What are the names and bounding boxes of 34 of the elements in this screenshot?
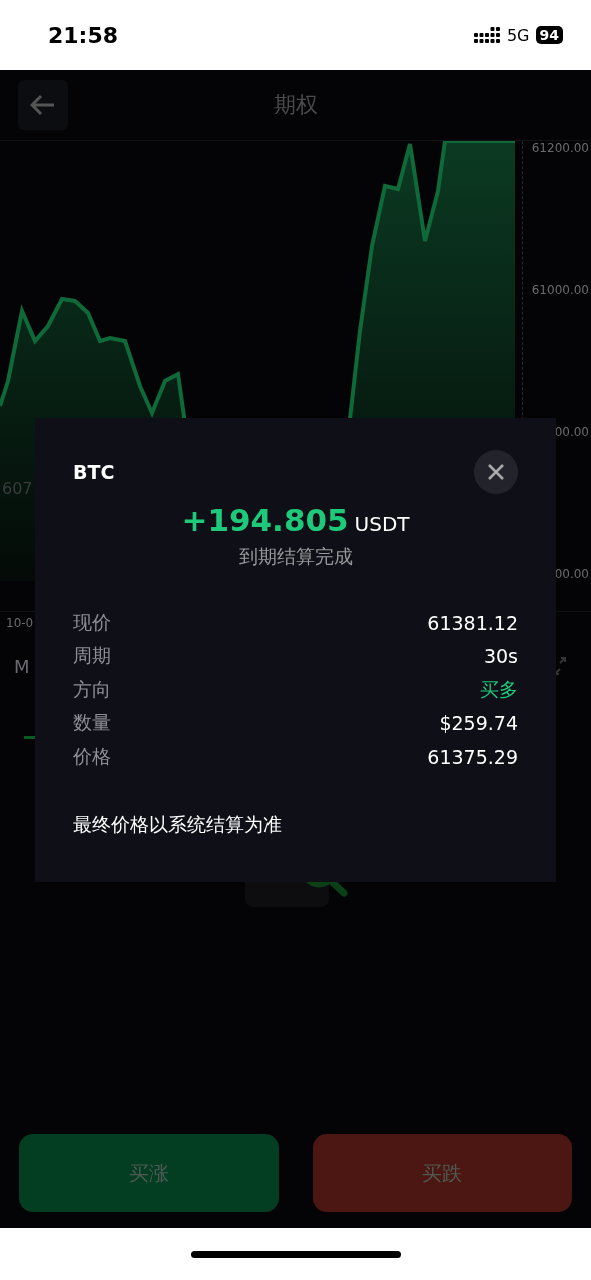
detail-label: 价格 bbox=[73, 743, 111, 769]
back-arrow-icon bbox=[30, 94, 56, 116]
home-indicator[interactable] bbox=[190, 1250, 401, 1258]
interval-tab[interactable]: M bbox=[14, 655, 30, 677]
buy-down-button[interactable]: 买跌 bbox=[312, 1134, 572, 1212]
status-time: 21:58 bbox=[48, 22, 119, 48]
detail-value: 30s bbox=[483, 645, 518, 668]
back-button[interactable] bbox=[18, 80, 68, 130]
detail-value: $259.74 bbox=[439, 712, 518, 735]
settlement-note: 最终价格以系统结算为准 bbox=[73, 811, 283, 837]
profit-amount: +194.805 bbox=[181, 502, 349, 538]
detail-label: 周期 bbox=[73, 643, 111, 669]
axis-label: 61200.00 bbox=[530, 141, 590, 155]
symbol-name: BTC bbox=[73, 461, 115, 483]
detail-value: 61375.29 bbox=[427, 745, 518, 768]
axis-label: 00.00 bbox=[553, 425, 590, 439]
detail-label: 现价 bbox=[73, 609, 111, 635]
settlement-status: 到期结算完成 bbox=[238, 544, 353, 569]
detail-label: 数量 bbox=[73, 710, 111, 736]
tab-indicator bbox=[24, 736, 36, 739]
detail-label: 方向 bbox=[73, 676, 111, 702]
detail-value: 买多 bbox=[480, 676, 518, 702]
close-button[interactable] bbox=[474, 450, 518, 494]
detail-value: 61381.12 bbox=[427, 611, 518, 634]
battery-level: 94 bbox=[535, 26, 563, 44]
axis-label: 10-0 bbox=[6, 616, 34, 632]
axis-label: 61000.00 bbox=[530, 283, 590, 297]
page-title: 期权 bbox=[273, 91, 318, 119]
buy-up-button[interactable]: 买涨 bbox=[19, 1134, 279, 1212]
axis-label: 00.00 bbox=[553, 567, 590, 581]
profit-unit: USDT bbox=[354, 512, 410, 536]
network-label: 5G bbox=[506, 25, 530, 45]
close-icon bbox=[487, 463, 505, 481]
signal-icon bbox=[473, 26, 501, 44]
